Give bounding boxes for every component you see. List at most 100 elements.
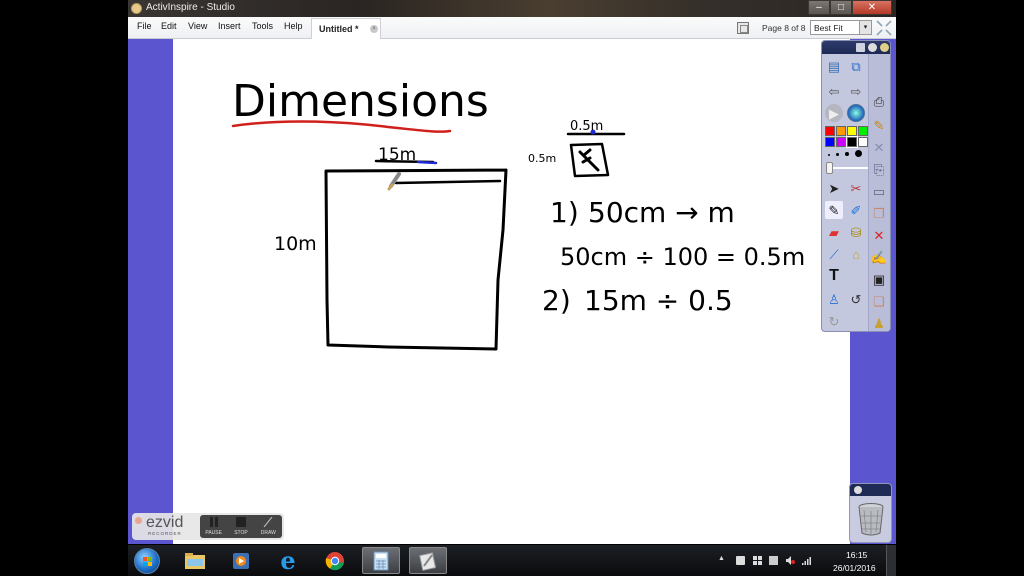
taskbar-calculator[interactable] bbox=[362, 547, 400, 574]
menu-view[interactable]: View bbox=[188, 21, 207, 31]
zoom-select[interactable]: Best Fit ▾ bbox=[810, 20, 872, 35]
volume-muted-icon[interactable] bbox=[786, 556, 795, 565]
highlighter-icon[interactable]: ✐ bbox=[847, 201, 865, 219]
color-swatch-black[interactable] bbox=[846, 136, 858, 148]
select-icon[interactable]: ➤ bbox=[825, 179, 843, 197]
pen-icon[interactable]: ✎ bbox=[825, 201, 843, 219]
text-icon[interactable]: T bbox=[825, 267, 843, 285]
reset-page-icon[interactable]: ✍ bbox=[870, 248, 888, 266]
pause-button[interactable]: PAUSE bbox=[200, 515, 227, 538]
trash-header[interactable] bbox=[850, 484, 891, 496]
camera-icon[interactable]: ⎘ bbox=[870, 160, 888, 178]
next-page-icon[interactable]: ⇨ bbox=[847, 82, 865, 100]
desktop-globe-icon[interactable] bbox=[847, 104, 865, 122]
redo-icon[interactable]: ↻ bbox=[825, 312, 843, 330]
page-sorter-icon[interactable] bbox=[737, 22, 749, 34]
user-icon[interactable]: ♟ bbox=[870, 314, 888, 331]
pen-width-3[interactable] bbox=[845, 152, 849, 156]
toolbox-pin-icon[interactable] bbox=[880, 43, 889, 52]
eraser-icon[interactable]: ▰ bbox=[825, 223, 843, 241]
windows-update-icon[interactable] bbox=[753, 556, 762, 565]
close-button[interactable]: ✕ bbox=[852, 0, 892, 15]
fullscreen-icon[interactable]: ✕ bbox=[870, 138, 888, 156]
page-extras-icon[interactable]: ❏ bbox=[870, 292, 888, 310]
calculator-icon bbox=[373, 551, 389, 570]
trash-can-icon[interactable] bbox=[858, 502, 884, 536]
color-swatch-red[interactable] bbox=[825, 126, 835, 136]
page-indicator: Page 8 of 8 bbox=[762, 23, 806, 33]
undo-icon[interactable]: ↺ bbox=[847, 290, 865, 308]
chrome-icon bbox=[325, 551, 344, 570]
trash-collapse-icon[interactable] bbox=[854, 486, 862, 494]
windows-logo-icon bbox=[143, 557, 152, 566]
main-toolbox: ▤ ⧉ ⇦ ⇨ ⎙ ▶ ✎ ✕ ⎘ ➤ ✂ ▭ ✎ ✐ ❐ ▰ ⛁ ✕ ⟋ ⌂ … bbox=[821, 40, 891, 332]
play-icon[interactable]: ▶ bbox=[825, 104, 843, 122]
minimize-button[interactable]: – bbox=[808, 0, 830, 15]
pen-width-1[interactable] bbox=[828, 154, 830, 156]
network-signal-icon[interactable] bbox=[802, 556, 811, 565]
stop-label: STOP bbox=[234, 530, 248, 536]
slider-thumb[interactable] bbox=[826, 162, 833, 174]
taskbar-internet-explorer[interactable]: e bbox=[269, 546, 307, 575]
menu-file[interactable]: File bbox=[137, 21, 152, 31]
clear-icon[interactable]: ⌂ bbox=[847, 245, 865, 263]
clock-time[interactable]: 16:15 bbox=[846, 550, 867, 560]
color-swatch-orange[interactable] bbox=[836, 126, 846, 136]
taskbar-activinspire[interactable] bbox=[409, 547, 447, 574]
taskbar-chrome[interactable] bbox=[316, 547, 354, 574]
left-margin bbox=[128, 39, 173, 544]
battery-icon[interactable] bbox=[769, 556, 778, 565]
save-icon[interactable]: ▣ bbox=[870, 270, 888, 288]
color-swatch-yellow[interactable] bbox=[847, 126, 857, 136]
activinspire-app-icon bbox=[131, 3, 142, 14]
page-icon[interactable]: ▭ bbox=[870, 182, 888, 200]
desktop-annotate-icon[interactable]: ✎ bbox=[870, 116, 888, 134]
stop-button[interactable]: STOP bbox=[227, 515, 254, 538]
taskbar-file-explorer[interactable] bbox=[176, 547, 214, 574]
browsers-icon[interactable]: ⧉ bbox=[847, 57, 865, 75]
previous-page-icon[interactable]: ⇦ bbox=[825, 82, 843, 100]
draw-button[interactable]: DRAW bbox=[255, 515, 282, 538]
pen-width-2[interactable] bbox=[836, 153, 839, 156]
media-player-icon bbox=[233, 552, 249, 569]
main-menu-icon[interactable]: ▤ bbox=[825, 57, 843, 75]
menu-insert[interactable]: Insert bbox=[218, 21, 241, 31]
show-desktop-button[interactable] bbox=[886, 545, 896, 576]
color-swatch-white[interactable] bbox=[858, 137, 868, 147]
chevron-down-icon[interactable]: ▾ bbox=[859, 21, 871, 34]
pen-width-slider[interactable] bbox=[826, 162, 868, 174]
document-tab[interactable]: Untitled * × bbox=[311, 18, 381, 39]
marquee-tools-icon[interactable]: ✂ bbox=[847, 179, 865, 197]
flipchart-canvas[interactable] bbox=[173, 39, 850, 544]
menu-edit[interactable]: Edit bbox=[161, 21, 177, 31]
menu-tools[interactable]: Tools bbox=[252, 21, 273, 31]
taskbar-media-player[interactable] bbox=[222, 547, 260, 574]
toolbox-header[interactable] bbox=[822, 41, 890, 54]
magic-ink-icon[interactable]: ♙ bbox=[825, 290, 843, 308]
trash-panel bbox=[849, 483, 892, 543]
duplicate-page-icon[interactable]: ❐ bbox=[870, 204, 888, 222]
color-swatch-green[interactable] bbox=[858, 126, 868, 136]
delete-icon[interactable]: ✕ bbox=[870, 226, 888, 244]
start-button[interactable] bbox=[134, 548, 160, 574]
taskbar: e ▲ 16:15 26/01/2016 bbox=[128, 545, 896, 576]
action-center-icon[interactable] bbox=[736, 556, 745, 565]
color-swatch-purple[interactable] bbox=[836, 137, 846, 147]
clock-date[interactable]: 26/01/2016 bbox=[833, 563, 876, 573]
toolbox-menu-icon[interactable] bbox=[856, 43, 865, 52]
document-tab-close-icon[interactable]: × bbox=[370, 25, 378, 33]
pause-label: PAUSE bbox=[205, 530, 222, 536]
maximize-button[interactable]: □ bbox=[830, 0, 852, 15]
stop-icon bbox=[235, 517, 246, 527]
zoom-select-value: Best Fit bbox=[814, 23, 843, 33]
slider-track bbox=[828, 167, 868, 169]
show-hidden-icons[interactable]: ▲ bbox=[718, 555, 727, 564]
fullscreen-toggle-icon[interactable] bbox=[876, 20, 892, 36]
toolbox-collapse-icon[interactable] bbox=[868, 43, 877, 52]
connector-icon[interactable]: ⟋ bbox=[825, 245, 843, 263]
fill-icon[interactable]: ⛁ bbox=[847, 223, 865, 241]
color-swatch-blue[interactable] bbox=[825, 137, 835, 147]
pen-width-4[interactable] bbox=[855, 150, 862, 157]
menu-help[interactable]: Help bbox=[284, 21, 303, 31]
print-icon[interactable]: ⎙ bbox=[870, 92, 888, 110]
